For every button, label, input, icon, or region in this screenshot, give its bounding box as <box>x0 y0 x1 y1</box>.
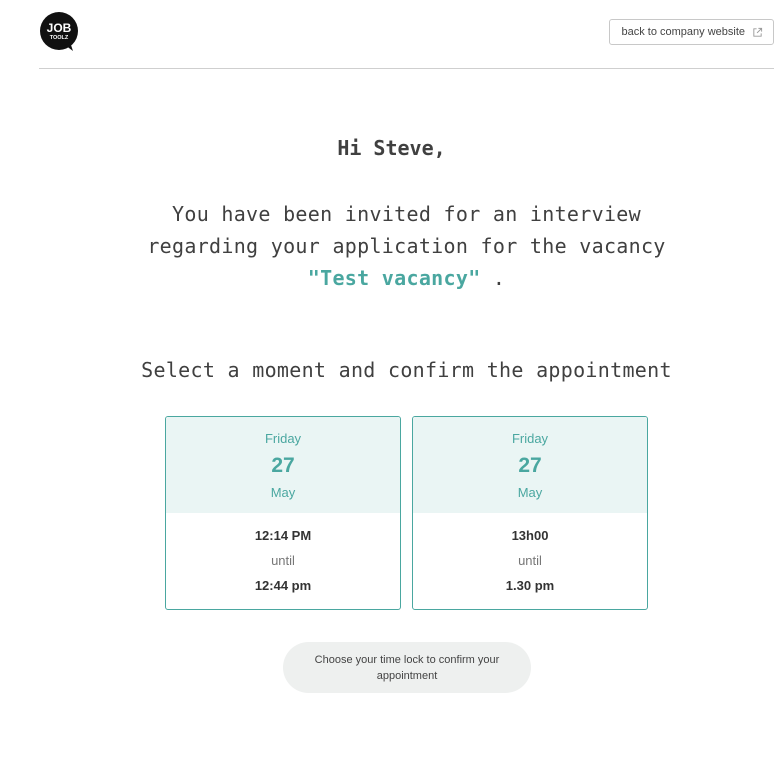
slot-start-time: 12:14 PM <box>254 528 312 543</box>
time-slot-card[interactable]: Friday 27 May 13h00 until 1.30 pm <box>412 416 648 610</box>
back-to-company-website-button[interactable]: back to company website <box>609 19 774 45</box>
greeting: Hi Steve, <box>337 136 446 160</box>
back-button-label: back to company website <box>621 26 745 38</box>
logo-text-top: JOB <box>47 21 72 35</box>
slot-end-time: 12:44 pm <box>254 578 312 593</box>
slot-time-range: 12:14 PM until 12:44 pm <box>166 513 400 594</box>
vacancy-name: "Test vacancy" <box>307 266 481 290</box>
header: JOB TOOLZ back to company website <box>39 0 774 69</box>
jobtoolz-logo[interactable]: JOB TOOLZ <box>39 12 79 52</box>
slot-day: Friday <box>511 431 549 446</box>
slot-date: 27 <box>518 454 542 477</box>
invite-message: You have been invited for an interview r… <box>120 198 693 294</box>
slot-end-time: 1.30 pm <box>505 578 555 593</box>
logo-text-bottom: TOOLZ <box>50 35 69 41</box>
select-moment-title: Select a moment and confirm the appointm… <box>141 358 672 382</box>
invite-text: You have been invited for an interview r… <box>147 202 666 258</box>
slot-month: May <box>270 485 296 500</box>
slot-start-time: 13h00 <box>511 528 549 543</box>
slot-month: May <box>517 485 543 500</box>
external-link-icon <box>753 27 763 37</box>
slot-date-header: Friday 27 May <box>166 417 400 513</box>
slot-time-range: 13h00 until 1.30 pm <box>413 513 647 594</box>
slot-until-label: until <box>271 553 295 568</box>
confirm-appointment-button[interactable]: Choose your time lock to confirm your ap… <box>283 642 531 693</box>
invite-end: . <box>492 266 506 290</box>
time-slot-card[interactable]: Friday 27 May 12:14 PM until 12:44 pm <box>165 416 401 610</box>
slot-date-header: Friday 27 May <box>413 417 647 513</box>
slot-until-label: until <box>518 553 542 568</box>
slot-date: 27 <box>271 454 295 477</box>
slot-day: Friday <box>264 431 302 446</box>
